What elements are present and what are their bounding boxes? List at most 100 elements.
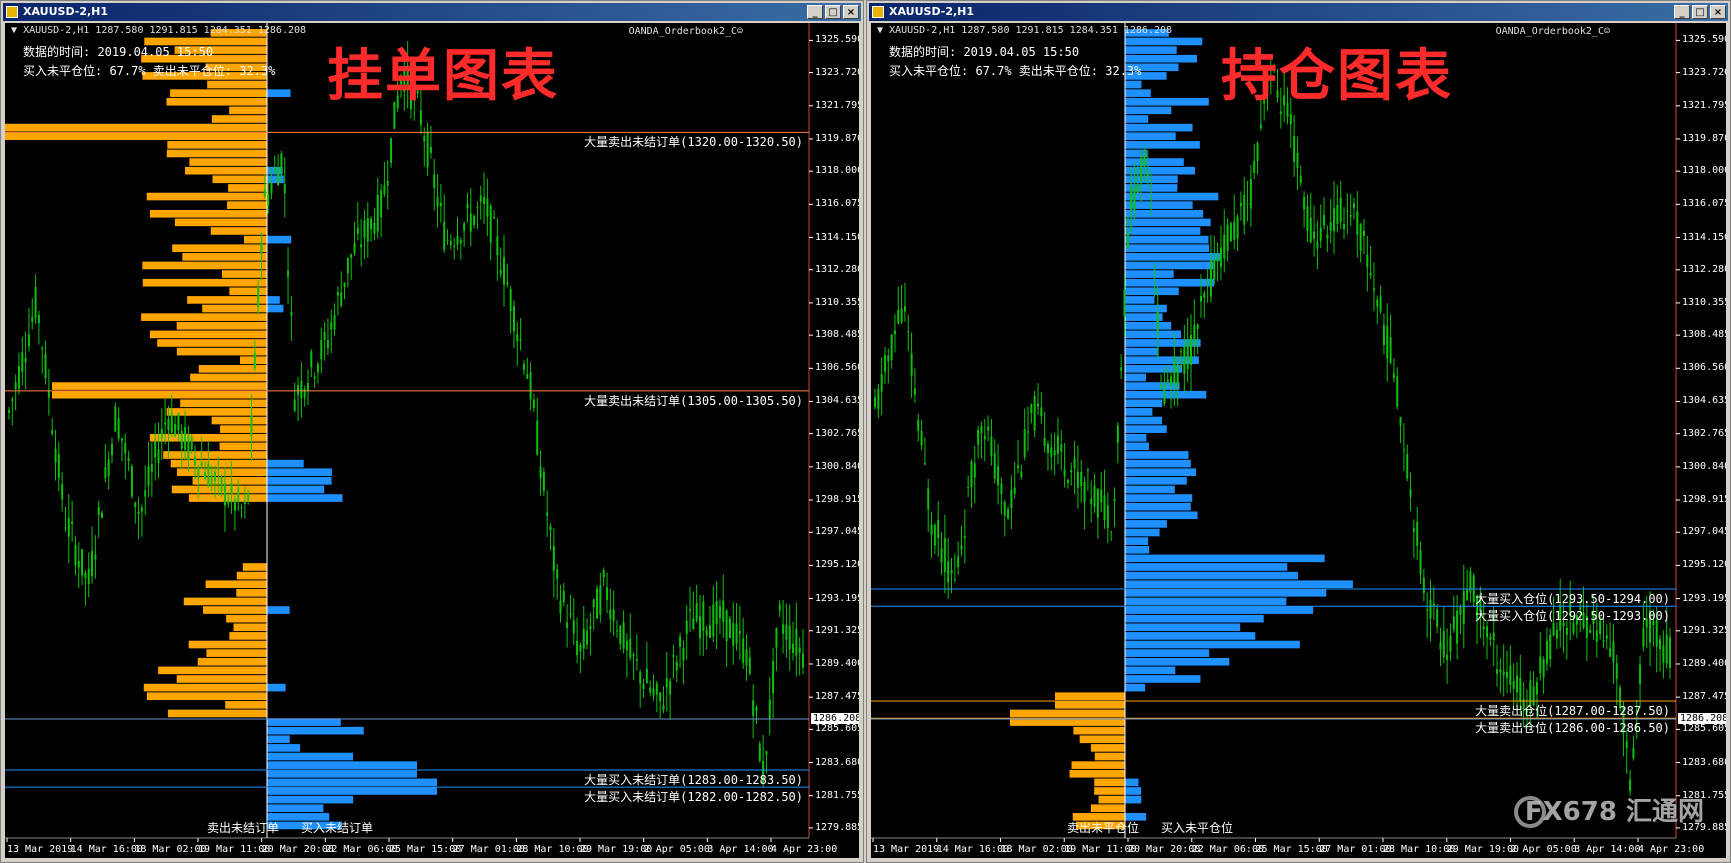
candle-body: [887, 355, 890, 361]
candle-body: [1209, 260, 1212, 297]
candle-body: [512, 306, 515, 332]
candle-body: [579, 645, 582, 652]
candle-body: [429, 146, 432, 153]
buy-profile-bar: [1125, 416, 1163, 425]
bottom-buy-label: 买入未结订单: [301, 821, 374, 835]
price-axis-label: 1291.325: [1682, 624, 1726, 636]
candle-body: [1036, 403, 1039, 407]
candle-body: [1073, 457, 1076, 469]
candle-body: [659, 692, 662, 702]
candle-body: [1426, 609, 1429, 611]
candle-body: [933, 525, 936, 546]
sell-profile-bar: [5, 132, 267, 141]
close-button[interactable]: ×: [843, 5, 859, 19]
candle-body: [1136, 184, 1139, 193]
buy-profile-bar: [1125, 442, 1149, 451]
candle-body: [124, 442, 127, 454]
sell-profile-bar: [227, 201, 267, 209]
buy-profile-bar: [1125, 433, 1147, 442]
candle-body: [1466, 589, 1469, 601]
candle-body: [1629, 779, 1632, 792]
candle-body: [937, 519, 940, 539]
candle-body: [1499, 669, 1502, 672]
candle-body: [997, 466, 1000, 486]
candle-body: [645, 668, 648, 684]
candle-body: [1003, 502, 1006, 516]
candle-body: [257, 286, 260, 308]
candle-body: [897, 309, 900, 324]
candle-body: [913, 388, 916, 395]
candle-body: [950, 570, 953, 574]
candle-body: [300, 380, 303, 399]
indicator-name: OANDA_Orderbook2_C☺: [1495, 26, 1610, 37]
candle-body: [874, 397, 876, 407]
dropdown-arrow-icon[interactable]: ▼: [11, 25, 17, 36]
candle-body: [456, 235, 459, 245]
minimize-button[interactable]: _: [807, 5, 823, 19]
time-axis-label: 29 Mar 19:00: [580, 844, 653, 855]
candle-body: [1236, 216, 1239, 239]
buy-profile-bar: [1125, 468, 1196, 477]
sell-profile-bar: [236, 571, 267, 580]
candle-body: [1243, 194, 1246, 225]
dropdown-arrow-icon[interactable]: ▼: [877, 25, 883, 36]
sell-profile-bar: [149, 209, 267, 218]
buy-profile-bar: [1125, 494, 1193, 502]
candle-body: [207, 463, 210, 487]
candle-body: [1539, 656, 1542, 674]
candle-body: [1253, 160, 1256, 174]
chart-window-right[interactable]: XAUUSD-2,H1 _ □ × ▼ XAUUSD-2,H1 1287.580…: [866, 0, 1731, 863]
candle-body: [1030, 404, 1033, 414]
candle-body: [1190, 334, 1193, 366]
candle-body: [1602, 640, 1605, 642]
bottom-sell-label: 卖出未平仓位: [1067, 821, 1140, 835]
candle-body: [24, 357, 27, 363]
buy-profile-bar: [1125, 321, 1172, 330]
candle-body: [87, 568, 90, 585]
candle-body: [363, 220, 366, 238]
candle-body: [1662, 645, 1665, 663]
candle-body: [649, 687, 652, 693]
buy-profile-bar: [1125, 778, 1139, 787]
candle-body: [1303, 196, 1306, 210]
chart-window-left[interactable]: XAUUSD-2,H1 _ □ × ▼ XAUUSD-2,H1 1287.580…: [0, 0, 864, 863]
candle-body: [223, 483, 226, 506]
sell-profile-bar: [226, 614, 267, 623]
buy-profile-bar: [1125, 123, 1193, 132]
candle-body: [303, 388, 306, 398]
candle-body: [1589, 629, 1592, 633]
minimize-button[interactable]: _: [1674, 5, 1690, 19]
candle-body: [1356, 211, 1359, 235]
close-button[interactable]: ×: [1710, 5, 1726, 19]
candle-body: [1123, 289, 1126, 317]
sell-profile-bar: [1073, 726, 1125, 735]
candle-body: [383, 185, 386, 195]
candle-body: [556, 569, 559, 579]
chart-canvas[interactable]: ▼ XAUUSD-2,H1 1287.580 1291.815 1284.351…: [5, 23, 859, 858]
maximize-button[interactable]: □: [825, 5, 841, 19]
candle-body: [1110, 531, 1113, 533]
time-axis-label: 20 Mar 20:00: [1128, 844, 1201, 855]
level-label: 大量卖出仓位(1286.00-1286.50): [1475, 721, 1670, 736]
candle-body: [1143, 154, 1146, 167]
candle-body: [1379, 295, 1382, 312]
candle-body: [77, 560, 80, 568]
price-axis-label: 1306.560: [815, 362, 859, 374]
chart-canvas[interactable]: ▼ XAUUSD-2,H1 1287.580 1291.815 1284.351…: [871, 23, 1726, 858]
window-titlebar[interactable]: XAUUSD-2,H1 _ □ ×: [3, 3, 861, 21]
candle-body: [293, 399, 296, 411]
buy-profile-bar: [267, 752, 353, 761]
candle-body: [1632, 747, 1635, 759]
candle-body: [449, 240, 452, 246]
candle-body: [748, 657, 751, 674]
window-titlebar[interactable]: XAUUSD-2,H1 _ □ ×: [869, 3, 1728, 21]
candle-body: [802, 653, 804, 668]
candle-body: [782, 624, 785, 634]
price-axis-label: 1316.075: [815, 198, 859, 210]
maximize-button[interactable]: □: [1692, 5, 1708, 19]
candle-body: [423, 135, 426, 142]
candle-body: [1665, 634, 1668, 664]
candle-body: [1372, 288, 1375, 291]
candle-body: [1193, 325, 1196, 346]
candle-body: [772, 661, 775, 694]
